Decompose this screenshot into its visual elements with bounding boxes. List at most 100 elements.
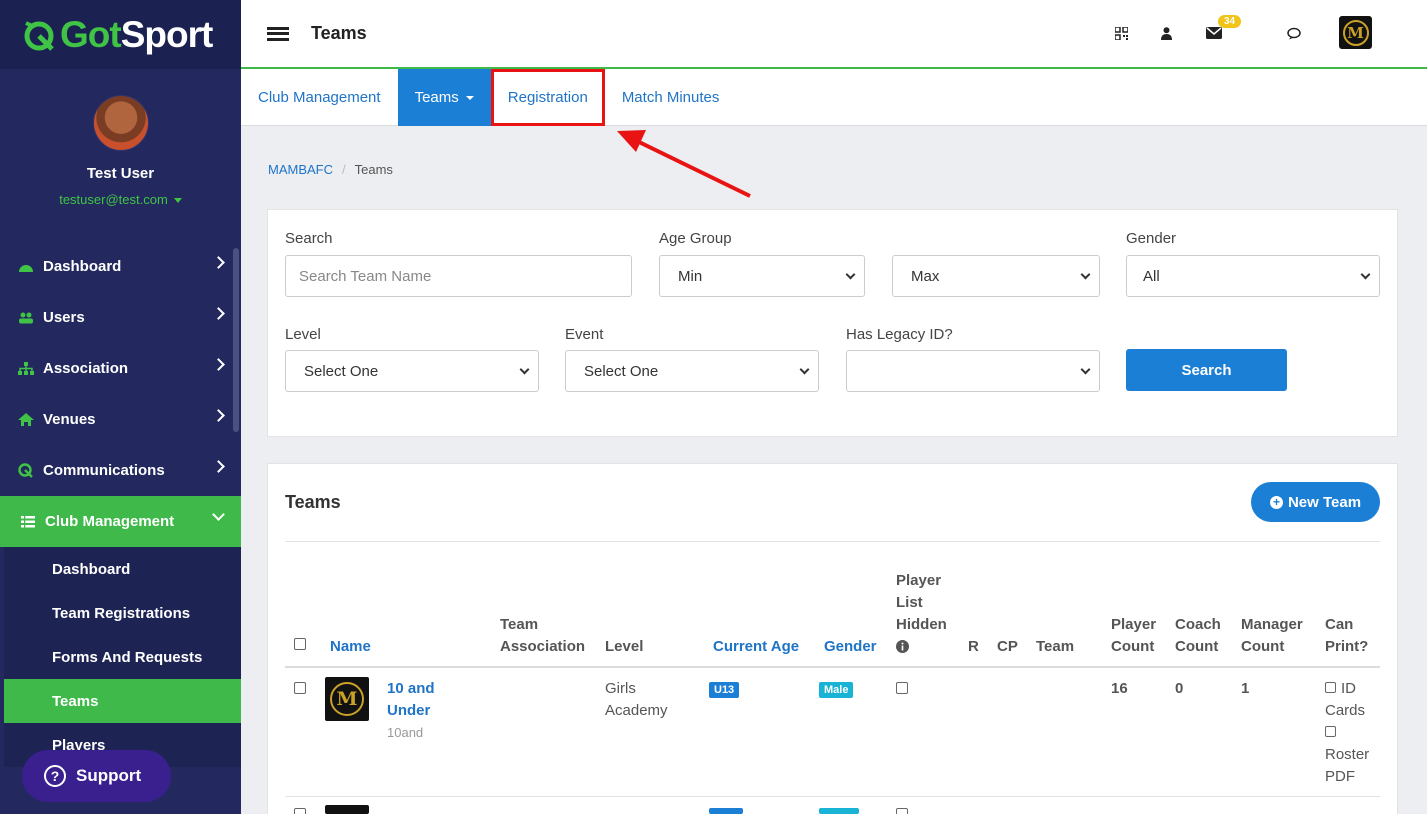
breadcrumb-root-link[interactable]: MAMBAFC xyxy=(268,162,333,177)
player-list-hidden-checkbox[interactable] xyxy=(896,682,908,694)
column-header-player-count: Player Count xyxy=(1111,616,1157,655)
club-logo-letter: M xyxy=(1342,19,1369,46)
users-icon xyxy=(18,311,34,325)
chevron-down-icon xyxy=(1080,364,1091,375)
page-title: Teams xyxy=(311,23,367,43)
print-id-cards-label: ID xyxy=(1341,680,1356,697)
event-select[interactable]: Select One xyxy=(565,350,819,392)
brand-logo[interactable]: GotSport xyxy=(0,0,241,69)
level-label: Level xyxy=(285,326,321,343)
tab-match-minutes[interactable]: Match Minutes xyxy=(605,69,737,126)
gender-value: All xyxy=(1143,267,1160,285)
age-min-value: Min xyxy=(678,267,703,285)
coach-count: 0 xyxy=(1175,680,1184,697)
info-icon[interactable] xyxy=(896,640,909,653)
search-input[interactable]: Search Team Name xyxy=(285,255,632,297)
sidebar-item-dashboard[interactable]: Dashboard xyxy=(0,241,241,292)
team-logo-letter: M xyxy=(330,682,364,716)
column-header-manager-count: Manager Count xyxy=(1241,616,1303,655)
column-header-current-age[interactable]: Current Age xyxy=(713,636,799,658)
sidebar-item-club-management[interactable]: Club Management xyxy=(0,496,241,547)
menu-toggle-icon[interactable] xyxy=(267,26,289,41)
chevron-down-icon xyxy=(212,508,225,521)
submenu-item-teams[interactable]: Teams xyxy=(0,679,241,723)
club-management-submenu: Dashboard Team Registrations Forms And R… xyxy=(0,547,241,767)
player-list-hidden-checkbox[interactable] xyxy=(896,808,908,814)
column-header-r: R xyxy=(968,638,979,655)
search-filter-card xyxy=(267,209,1398,437)
new-team-button[interactable]: + New Team xyxy=(1251,482,1380,522)
sidebar-item-association[interactable]: Association xyxy=(0,343,241,394)
legacy-id-select[interactable] xyxy=(846,350,1100,392)
search-label: Search xyxy=(285,230,333,247)
team-logo[interactable] xyxy=(325,805,369,814)
submenu-item-team-registrations[interactable]: Team Registrations xyxy=(0,591,241,635)
sitemap-icon xyxy=(18,362,34,376)
sidebar-item-users[interactable]: Users xyxy=(0,292,241,343)
club-logo[interactable]: M xyxy=(1339,16,1372,49)
chevron-down-icon xyxy=(519,364,530,375)
column-header-gender[interactable]: Gender xyxy=(824,636,877,658)
tab-registration[interactable]: Registration xyxy=(490,69,605,126)
sidebar: GotSport Test User testuser@test.com Das… xyxy=(0,0,241,814)
mail-icon[interactable]: 34 xyxy=(1204,15,1242,43)
age-badge: U13 xyxy=(709,682,740,698)
submenu-item-forms-and-requests[interactable]: Forms And Requests xyxy=(0,635,241,679)
sidebar-nav: Dashboard Users Association Venues Commu… xyxy=(0,241,241,767)
age-max-select[interactable]: Max xyxy=(892,255,1100,297)
breadcrumb-current: Teams xyxy=(354,162,393,177)
new-team-label: New Team xyxy=(1287,493,1362,511)
sidebar-scrollbar[interactable] xyxy=(233,248,239,432)
event-label: Event xyxy=(565,326,604,343)
age-min-select[interactable]: Min xyxy=(659,255,865,297)
tab-teams[interactable]: Teams xyxy=(397,69,491,126)
level-select[interactable]: Select One xyxy=(285,350,539,392)
support-button[interactable]: ? Support xyxy=(22,750,171,802)
column-header-name[interactable]: Name xyxy=(330,636,371,658)
mail-count-badge: 34 xyxy=(1218,15,1242,28)
caret-down-icon xyxy=(173,198,182,204)
select-all-checkbox[interactable] xyxy=(294,638,306,650)
user-name: Test User xyxy=(86,165,155,182)
sidebar-item-venues[interactable]: Venues xyxy=(0,394,241,445)
submenu-item-dashboard[interactable]: Dashboard xyxy=(0,547,241,591)
user-icon[interactable] xyxy=(1156,23,1176,43)
chevron-down-icon xyxy=(799,364,810,375)
tab-label: Teams xyxy=(414,89,459,106)
team-level: Girls Academy xyxy=(605,680,668,719)
chevron-right-icon xyxy=(212,460,225,473)
gender-select[interactable]: All xyxy=(1126,255,1380,297)
team-logo[interactable]: M xyxy=(325,677,369,721)
print-id-cards-label-2: Cards xyxy=(1325,702,1366,719)
plus-circle-icon: + xyxy=(1269,495,1283,509)
home-icon xyxy=(18,413,34,427)
qr-code-icon[interactable] xyxy=(1111,23,1131,43)
sidebar-item-label: Dashboard xyxy=(43,258,122,275)
search-button[interactable]: Search xyxy=(1126,349,1287,391)
avatar[interactable] xyxy=(92,95,149,151)
row-divider xyxy=(285,796,1380,797)
top-bar: Teams 34 M xyxy=(241,0,1427,69)
chevron-right-icon xyxy=(212,409,225,422)
sidebar-item-label: Communications xyxy=(43,462,165,479)
user-email-dropdown[interactable]: testuser@test.com xyxy=(0,192,241,207)
breadcrumb: MAMBAFC / Teams xyxy=(268,162,393,177)
print-roster-checkbox[interactable] xyxy=(1325,726,1336,737)
row-select-checkbox[interactable] xyxy=(294,682,306,694)
column-header-coach-count: Coach Count xyxy=(1175,616,1221,655)
row-select-checkbox[interactable] xyxy=(294,808,306,814)
tab-club-management[interactable]: Club Management xyxy=(241,69,398,126)
column-header-level: Level xyxy=(605,638,644,655)
team-name-link[interactable]: 10 and Under xyxy=(387,678,435,722)
team-short-name: 10and xyxy=(387,725,424,740)
age-badge xyxy=(709,808,743,814)
chevron-down-icon xyxy=(845,269,856,280)
column-header-cp: CP xyxy=(997,638,1018,655)
gender-badge: Male xyxy=(819,682,854,698)
print-id-cards-checkbox[interactable] xyxy=(1325,682,1336,693)
chat-icon[interactable] xyxy=(1285,23,1305,43)
help-icon: ? xyxy=(44,765,66,787)
event-value: Select One xyxy=(584,362,659,380)
column-header-team: Team xyxy=(1036,638,1075,655)
sidebar-item-communications[interactable]: Communications xyxy=(0,445,241,496)
